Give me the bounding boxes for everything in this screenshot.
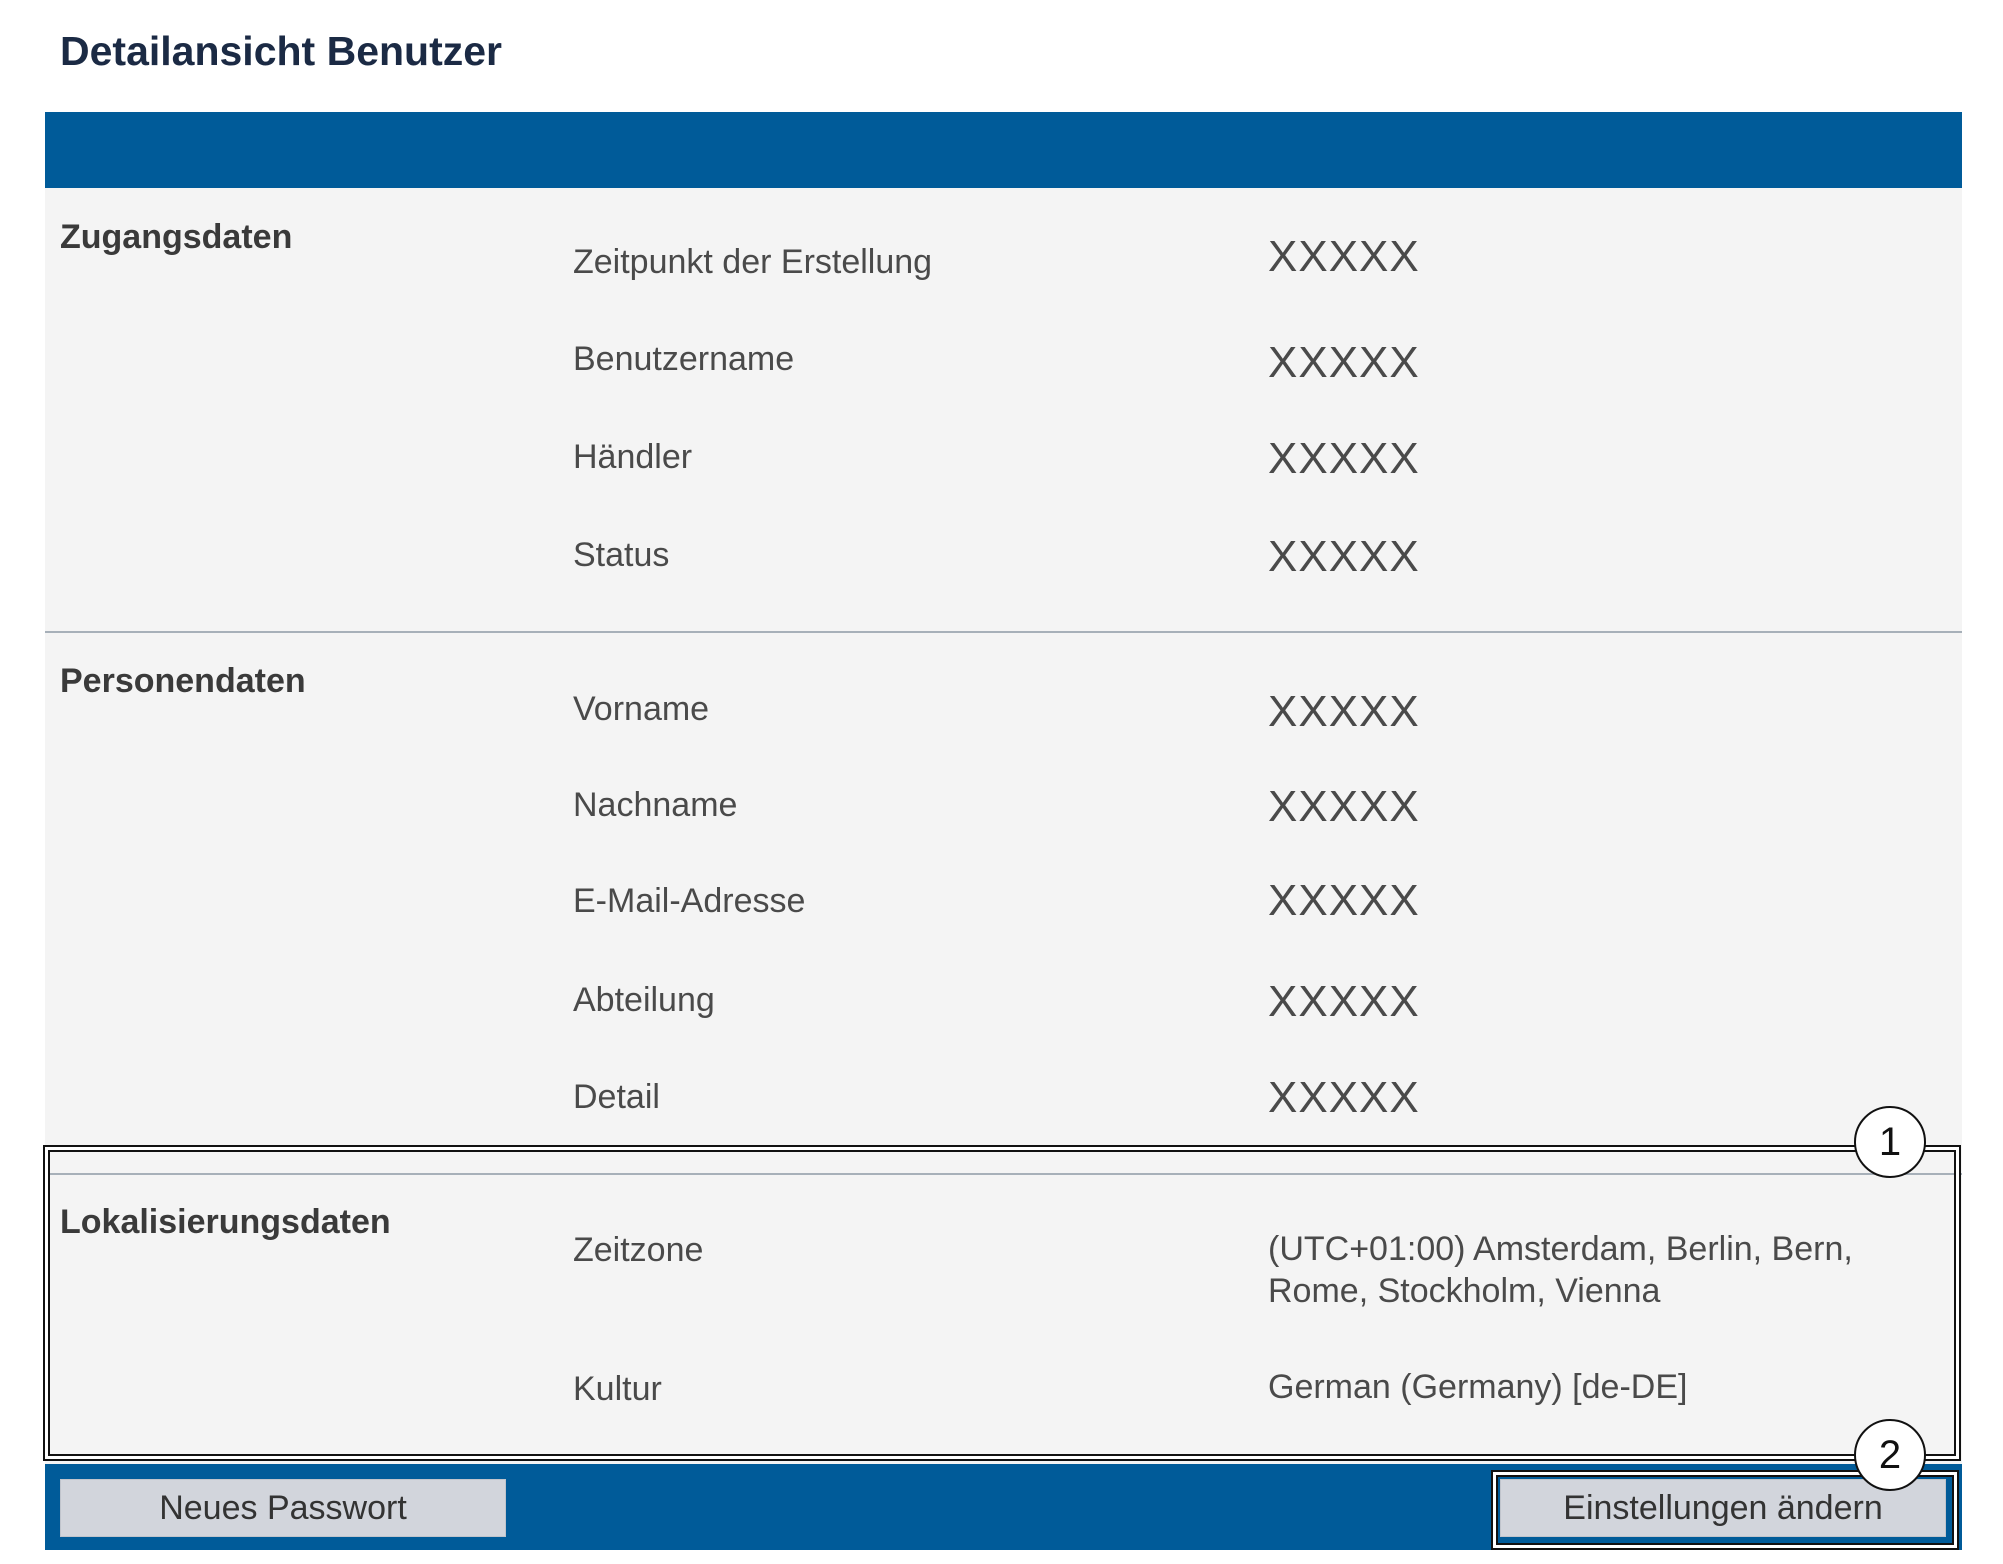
label-dealer: Händler <box>573 438 693 476</box>
section-divider <box>45 1173 1962 1175</box>
value-first-name: XXXXX <box>1268 687 1420 736</box>
label-email: E-Mail-Adresse <box>573 882 806 920</box>
callout-number-2: 2 <box>1854 1419 1926 1491</box>
label-detail: Detail <box>573 1078 660 1116</box>
section-divider <box>45 631 1962 633</box>
value-creation-time: XXXXX <box>1268 232 1420 281</box>
label-creation-time: Zeitpunkt der Erstellung <box>573 243 933 281</box>
callout-number-1: 1 <box>1854 1106 1926 1178</box>
label-culture: Kultur <box>573 1370 662 1408</box>
label-department: Abteilung <box>573 981 715 1019</box>
header-bar <box>45 112 1962 188</box>
value-email: XXXXX <box>1268 876 1420 925</box>
section-title-personendaten: Personendaten <box>60 662 306 700</box>
page-title: Detailansicht Benutzer <box>60 28 502 74</box>
label-first-name: Vorname <box>573 690 710 728</box>
value-department: XXXXX <box>1268 977 1420 1026</box>
label-timezone: Zeitzone <box>573 1231 704 1269</box>
label-last-name: Nachname <box>573 786 738 824</box>
section-title-zugangsdaten: Zugangsdaten <box>60 218 293 256</box>
label-username: Benutzername <box>573 340 795 378</box>
section-title-lokalisierungsdaten: Lokalisierungsdaten <box>60 1203 391 1241</box>
new-password-button[interactable]: Neues Passwort <box>60 1479 506 1537</box>
value-status: XXXXX <box>1268 532 1420 581</box>
user-detail-page: Detailansicht Benutzer Zugangsdaten Zeit… <box>0 0 2003 1564</box>
value-dealer: XXXXX <box>1268 434 1420 483</box>
value-culture: German (Germany) [de-DE] <box>1268 1368 1688 1406</box>
label-status: Status <box>573 536 670 574</box>
value-last-name: XXXXX <box>1268 782 1420 831</box>
value-detail: XXXXX <box>1268 1073 1420 1122</box>
value-username: XXXXX <box>1268 338 1420 387</box>
value-timezone: (UTC+01:00) Amsterdam, Berlin, Bern, Rom… <box>1268 1230 1853 1310</box>
